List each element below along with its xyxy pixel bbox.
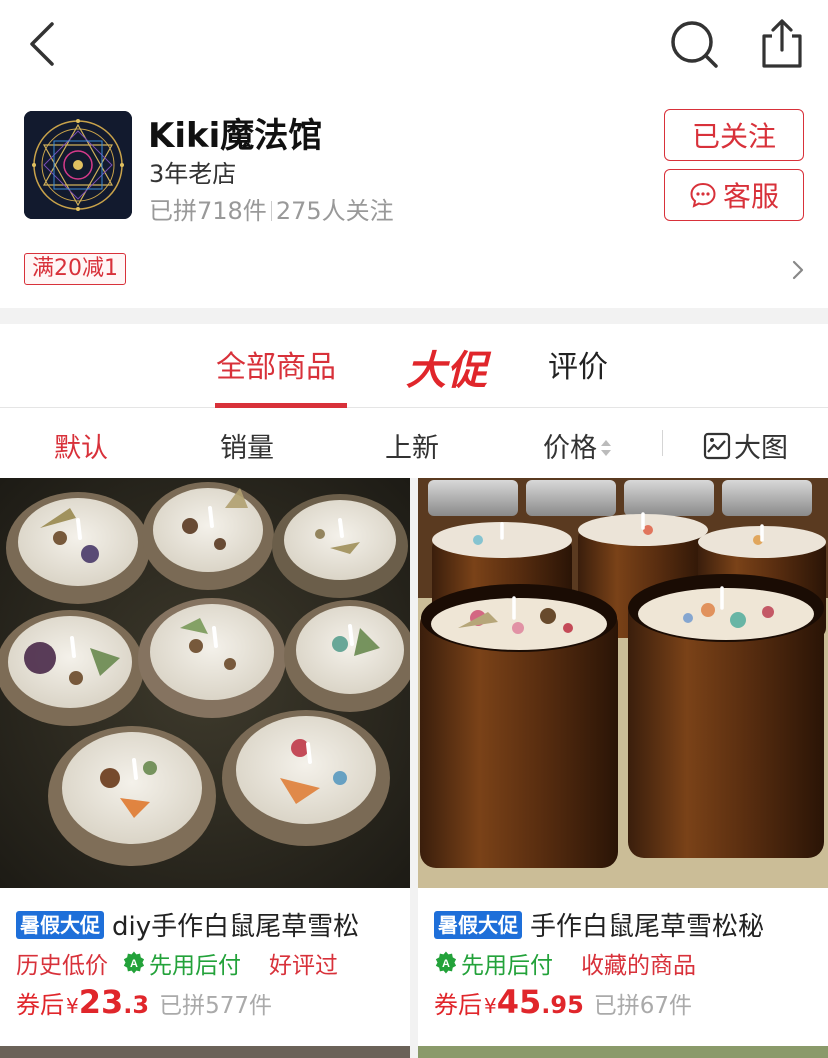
mandala-logo-icon bbox=[24, 111, 132, 219]
svg-text:A: A bbox=[130, 958, 138, 970]
next-product-image[interactable] bbox=[418, 1046, 828, 1058]
next-product-image[interactable] bbox=[0, 1046, 410, 1058]
top-bar bbox=[0, 0, 828, 90]
pay-later-icon: A bbox=[123, 951, 145, 974]
promo-badge: 暑假大促 bbox=[434, 910, 522, 939]
tab-big-promo[interactable]: 大促 bbox=[406, 338, 488, 396]
tab-reviews[interactable]: 评价 bbox=[548, 342, 608, 386]
image-view-icon bbox=[703, 432, 731, 459]
shop-followers: 275人关注 bbox=[275, 197, 394, 225]
shop-age: 3年老店 bbox=[149, 160, 237, 188]
sort-arrows-icon bbox=[601, 440, 611, 456]
product-card[interactable]: 暑假大促 diy手作白鼠尾草雪松 历史低价 A 先用后付 好评过 券后 ¥23.3… bbox=[0, 478, 410, 1058]
product-price: 券后 ¥23.3 已拼577件 bbox=[16, 983, 272, 1021]
product-tags: 历史低价 A 先用后付 好评过 bbox=[16, 946, 352, 980]
sort-default[interactable]: 默认 bbox=[54, 426, 108, 465]
product-tags: A 先用后付 收藏的商品 bbox=[434, 946, 710, 980]
tag-pay-later-text: 先用后付 bbox=[461, 953, 553, 979]
shop-header: Kiki魔法馆 3年老店 已拼718件 275人关注 已关注 客服 满20减1 bbox=[0, 90, 828, 308]
divider bbox=[270, 201, 272, 221]
back-arrow-icon[interactable] bbox=[22, 20, 62, 68]
big-image-toggle[interactable]: 大图 bbox=[703, 426, 788, 465]
shop-sold-count: 已拼718件 bbox=[149, 197, 267, 225]
tag-favorited: 收藏的商品 bbox=[581, 953, 696, 979]
sort-sales[interactable]: 销量 bbox=[220, 426, 274, 465]
follow-button[interactable]: 已关注 bbox=[664, 109, 804, 161]
product-image[interactable] bbox=[418, 478, 828, 888]
shop-name: Kiki魔法馆 bbox=[148, 116, 323, 156]
tag-good-reviews: 好评过 bbox=[269, 953, 338, 979]
search-icon[interactable] bbox=[668, 18, 720, 70]
big-image-label: 大图 bbox=[734, 433, 788, 464]
sort-price[interactable]: 价格 bbox=[543, 426, 613, 465]
currency-symbol: ¥ bbox=[484, 994, 497, 1018]
service-button-label: 客服 bbox=[722, 180, 779, 213]
product-title-text: diy手作白鼠尾草雪松 bbox=[112, 912, 360, 942]
follow-button-label: 已关注 bbox=[691, 120, 776, 153]
shop-stats: 已拼718件 275人关注 bbox=[149, 191, 394, 226]
tag-pay-later: A 先用后付 bbox=[122, 946, 255, 980]
tag-history-low: 历史低价 bbox=[16, 953, 108, 979]
chat-bubble-icon bbox=[690, 182, 716, 208]
price-decimal: .95 bbox=[541, 991, 584, 1019]
shop-logo[interactable] bbox=[24, 111, 132, 219]
sold-count: 已拼67件 bbox=[593, 993, 693, 1019]
promo-tag[interactable]: 满20减1 bbox=[24, 253, 126, 285]
svg-text:A: A bbox=[442, 958, 450, 970]
product-price: 券后 ¥45.95 已拼67件 bbox=[434, 983, 692, 1021]
product-image[interactable] bbox=[0, 478, 410, 888]
tab-all-products[interactable]: 全部商品 bbox=[216, 342, 336, 386]
currency-symbol: ¥ bbox=[66, 994, 79, 1018]
price-integer: 45 bbox=[496, 983, 542, 1021]
section-divider bbox=[0, 308, 828, 324]
price-integer: 23 bbox=[78, 983, 124, 1021]
divider bbox=[662, 430, 663, 456]
product-card[interactable]: 暑假大促 手作白鼠尾草雪松秘 A 先用后付 收藏的商品 券后 ¥45.95 已拼67… bbox=[418, 478, 828, 1058]
price-label: 券后 bbox=[16, 991, 64, 1019]
pay-later-icon: A bbox=[435, 951, 457, 974]
share-icon[interactable] bbox=[758, 18, 806, 70]
candle-jars-photo bbox=[418, 478, 828, 888]
chevron-right-icon[interactable] bbox=[788, 256, 808, 284]
product-title[interactable]: 暑假大促 手作白鼠尾草雪松秘 bbox=[434, 906, 824, 943]
sort-bar: 默认 销量 上新 价格 大图 bbox=[0, 408, 828, 478]
promo-badge: 暑假大促 bbox=[16, 910, 104, 939]
price-decimal: .3 bbox=[123, 991, 150, 1019]
sort-price-label: 价格 bbox=[543, 433, 597, 464]
sold-count: 已拼577件 bbox=[159, 993, 272, 1019]
sort-new[interactable]: 上新 bbox=[385, 426, 439, 465]
grid-gutter bbox=[410, 478, 418, 1058]
tag-pay-later: A 先用后付 bbox=[434, 946, 567, 980]
tab-bar: 全部商品 大促 评价 bbox=[0, 324, 828, 408]
product-title[interactable]: 暑假大促 diy手作白鼠尾草雪松 bbox=[16, 906, 406, 943]
price-label: 券后 bbox=[434, 991, 482, 1019]
product-title-text: 手作白鼠尾草雪松秘 bbox=[530, 912, 765, 942]
candle-bowls-photo bbox=[0, 478, 410, 888]
tag-pay-later-text: 先用后付 bbox=[149, 953, 241, 979]
customer-service-button[interactable]: 客服 bbox=[664, 169, 804, 221]
